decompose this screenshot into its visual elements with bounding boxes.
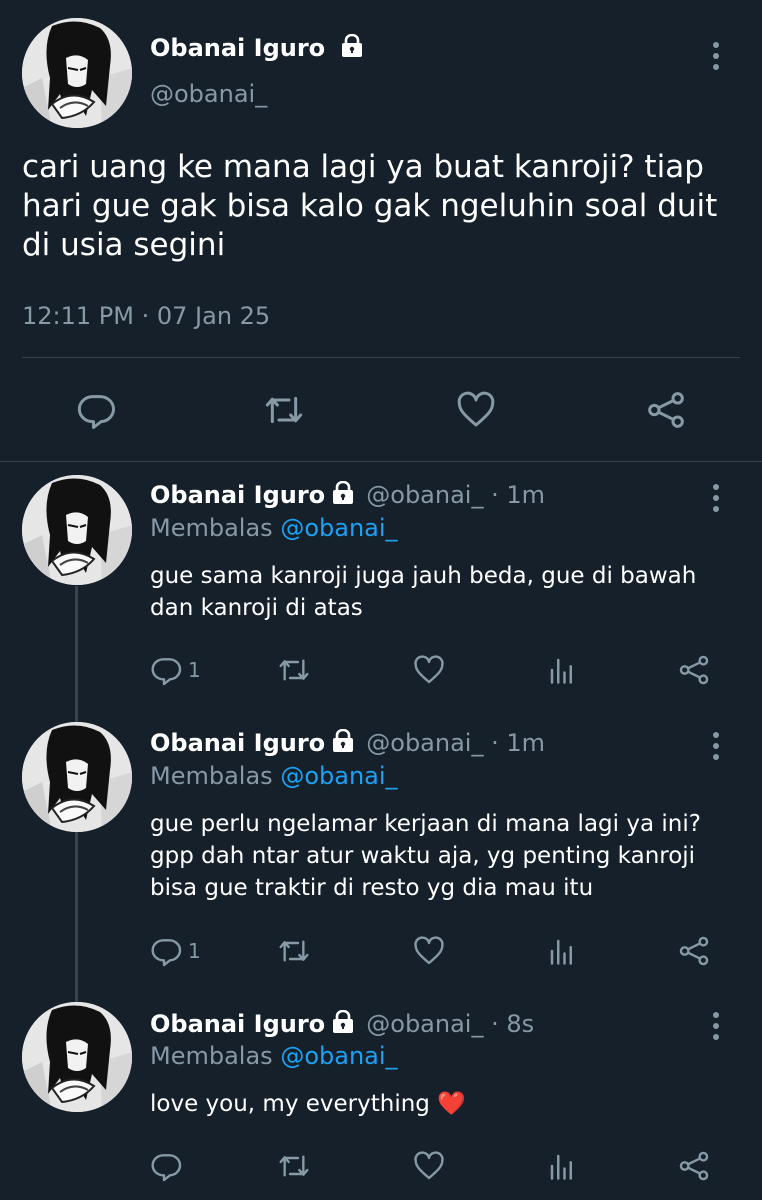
stats-icon[interactable] <box>547 935 577 967</box>
like-icon[interactable] <box>456 390 496 430</box>
reply-header: Obanai Iguro @obanai_ · 1m <box>150 729 545 757</box>
reply-header: Obanai Iguro @obanai_ · 1m <box>150 481 545 509</box>
avatar[interactable] <box>22 18 132 128</box>
tweet-text-line: love you, my everything ❤️ <box>150 1091 466 1117</box>
lock-icon <box>331 1010 355 1034</box>
tweet-text: gue perlu ngelamar kerjaan di mana lagi … <box>150 808 750 904</box>
tweet-text-line: gue sama kanroji juga jauh beda, gue di … <box>150 563 697 589</box>
tweet-text-line: bisa gue traktir di resto yg dia mau itu <box>150 875 594 901</box>
reply-count: 1 <box>188 658 201 682</box>
tweet-text-line: gue perlu ngelamar kerjaan di mana lagi … <box>150 811 701 837</box>
handle-meta[interactable]: @obanai_ · 1m <box>366 481 545 509</box>
tweet-text-line: di usia segini <box>22 227 226 263</box>
tweet-text-line: hari gue gak bisa kalo gak ngeluhin soal… <box>22 188 718 224</box>
stats-icon[interactable] <box>547 1150 577 1182</box>
more-options-icon[interactable] <box>713 1012 719 1045</box>
handle-meta[interactable]: @obanai_ · 1m <box>366 729 545 757</box>
avatar-image <box>22 18 132 128</box>
tweet-text-line: dan kanroji di atas <box>150 595 363 621</box>
avatar-image <box>22 475 132 585</box>
retweet-icon[interactable] <box>264 390 304 430</box>
reply-icon[interactable] <box>150 654 182 686</box>
handle[interactable]: @obanai_ <box>150 80 267 108</box>
reply-icon[interactable] <box>76 390 116 430</box>
like-icon[interactable] <box>413 935 445 967</box>
reply-icon[interactable] <box>150 1150 182 1182</box>
section-divider <box>0 461 762 462</box>
mention-link[interactable]: @obanai_ <box>280 1042 397 1070</box>
avatar-image <box>22 722 132 832</box>
tweet-text-line: gpp dah ntar atur waktu aja, yg penting … <box>150 843 696 869</box>
like-icon[interactable] <box>413 1150 445 1182</box>
share-icon[interactable] <box>678 1150 710 1182</box>
display-name[interactable]: Obanai Iguro <box>150 481 325 509</box>
lock-icon <box>331 729 355 753</box>
stats-icon[interactable] <box>547 654 577 686</box>
replying-to: Membalas @obanai_ <box>150 762 398 790</box>
share-icon[interactable] <box>678 935 710 967</box>
tweet-text: cari uang ke mana lagi ya buat kanroji? … <box>22 148 742 265</box>
thread-line <box>75 586 78 722</box>
avatar-image <box>22 1002 132 1112</box>
handle-meta[interactable]: @obanai_ · 8s <box>366 1010 534 1038</box>
share-icon[interactable] <box>678 654 710 686</box>
reply-count: 1 <box>188 939 201 963</box>
thread-line <box>75 830 78 1002</box>
replying-to: Membalas @obanai_ <box>150 1042 398 1070</box>
replying-to: Membalas @obanai_ <box>150 514 398 542</box>
display-name[interactable]: Obanai Iguro <box>150 729 325 757</box>
share-icon[interactable] <box>646 390 686 430</box>
like-icon[interactable] <box>413 654 445 686</box>
avatar[interactable] <box>22 722 132 832</box>
display-name[interactable]: Obanai Iguro <box>150 1010 325 1038</box>
mention-link[interactable]: @obanai_ <box>280 514 397 542</box>
tweet-text: love you, my everything ❤️ <box>150 1088 750 1120</box>
retweet-icon[interactable] <box>278 935 310 967</box>
retweet-icon[interactable] <box>278 654 310 686</box>
divider <box>22 357 740 358</box>
reply-icon[interactable] <box>150 935 182 967</box>
more-options-icon[interactable] <box>713 484 719 517</box>
tweet-text-line: cari uang ke mana lagi ya buat kanroji? … <box>22 149 704 185</box>
timestamp[interactable]: 12:11 PM · 07 Jan 25 <box>22 302 270 330</box>
tweet-text: gue sama kanroji juga jauh beda, gue di … <box>150 560 750 624</box>
avatar[interactable] <box>22 475 132 585</box>
mention-link[interactable]: @obanai_ <box>280 762 397 790</box>
avatar[interactable] <box>22 1002 132 1112</box>
more-options-icon[interactable] <box>713 732 719 765</box>
retweet-icon[interactable] <box>278 1150 310 1182</box>
display-name[interactable]: Obanai Iguro <box>150 34 364 62</box>
reply-header: Obanai Iguro @obanai_ · 8s <box>150 1010 534 1038</box>
more-options-icon[interactable] <box>713 42 719 75</box>
lock-icon <box>340 34 364 58</box>
lock-icon <box>331 481 355 505</box>
